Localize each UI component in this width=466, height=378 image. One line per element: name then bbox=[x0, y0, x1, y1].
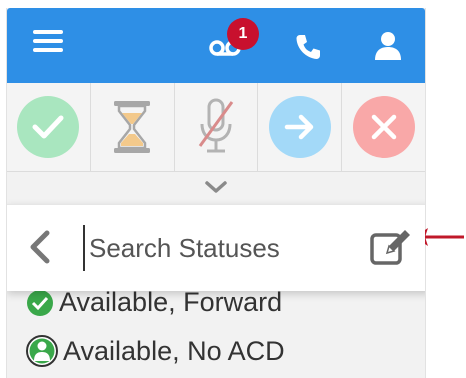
search-input[interactable] bbox=[83, 225, 361, 271]
status-label: Available, Forward bbox=[59, 287, 283, 317]
forward-status-button[interactable] bbox=[258, 83, 343, 171]
status-search-bar bbox=[7, 204, 425, 291]
list-item[interactable]: Available, No ACD bbox=[7, 318, 425, 378]
menu-button[interactable] bbox=[33, 30, 63, 58]
available-status-button[interactable] bbox=[7, 83, 91, 171]
check-circle-icon bbox=[17, 96, 80, 158]
microphone-muted-icon bbox=[198, 98, 234, 153]
edit-icon bbox=[370, 230, 410, 265]
expand-status-list-button[interactable] bbox=[7, 172, 425, 202]
voicemail-count-badge: 1 bbox=[227, 18, 259, 50]
status-toolbar bbox=[7, 83, 425, 172]
edit-button[interactable] bbox=[369, 227, 413, 267]
status-label: Available, No ACD bbox=[63, 335, 285, 366]
user-icon bbox=[375, 32, 401, 60]
chevron-left-icon bbox=[30, 230, 50, 264]
available-no-acd-icon bbox=[26, 335, 58, 367]
agent-panel: 1 Available, Forward Available, No ACD S… bbox=[6, 8, 426, 378]
back-button[interactable] bbox=[25, 227, 55, 267]
unavailable-status-button[interactable] bbox=[342, 83, 425, 171]
mute-status-button[interactable] bbox=[175, 83, 259, 171]
chevron-down-icon bbox=[205, 181, 227, 193]
user-profile-button[interactable] bbox=[373, 30, 403, 62]
hourglass-icon bbox=[114, 101, 151, 153]
arrow-right-circle-icon bbox=[268, 96, 331, 158]
available-forward-icon bbox=[27, 290, 53, 316]
phone-button[interactable] bbox=[293, 32, 323, 62]
wrap-up-status-button[interactable] bbox=[91, 83, 175, 171]
top-toolbar: 1 bbox=[7, 8, 425, 83]
hamburger-icon bbox=[33, 30, 63, 52]
close-circle-icon bbox=[352, 96, 415, 158]
phone-icon bbox=[296, 35, 320, 59]
